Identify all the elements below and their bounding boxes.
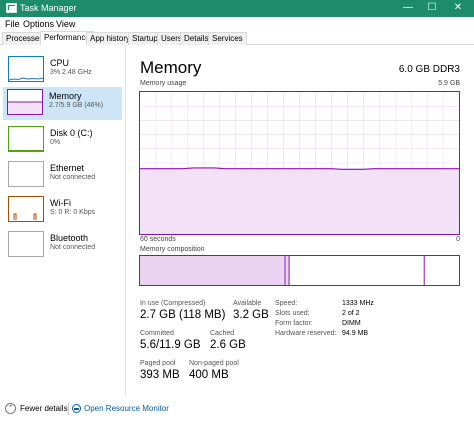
memory-usage-label: Memory usage: [140, 80, 187, 87]
tab-strip: Processes Performance App history Startu…: [0, 31, 474, 45]
available-label: Available: [233, 300, 262, 307]
menu-view[interactable]: View: [56, 19, 75, 29]
task-manager-icon: [6, 3, 17, 13]
cpu-thumbnail-graph: [8, 56, 44, 82]
footer-divider: [68, 403, 69, 415]
ethernet-thumbnail-graph: [8, 161, 44, 187]
in-use-value: 2.7 GB (118 MB): [140, 309, 226, 321]
tab-app-history[interactable]: App history: [86, 32, 135, 45]
bluetooth-thumbnail-graph: [8, 231, 44, 257]
memory-composition-label: Memory composition: [140, 246, 205, 253]
memory-usage-graph: [139, 91, 460, 235]
menu-bar: File Options View: [0, 17, 474, 31]
sidebar-item-wifi[interactable]: Wi-Fi S: 0 R: 0 Kbps: [4, 194, 121, 227]
page-title: Memory: [140, 58, 202, 77]
slots-used-label: Slots used:: [275, 310, 310, 317]
footer-bar: ⌃ Fewer details Open Resource Monitor: [0, 396, 474, 424]
sidebar-label-ethernet: Ethernet: [50, 163, 85, 173]
memory-composition-bar: [139, 255, 460, 286]
sidebar-sub-bluetooth: Not connected: [50, 244, 96, 251]
tab-services[interactable]: Services: [208, 32, 247, 45]
in-use-label: In use (Compressed): [140, 300, 206, 307]
paged-pool-label: Paged pool: [140, 360, 176, 367]
paged-pool-value: 393 MB: [140, 369, 180, 381]
sidebar-sub-ethernet: Not connected: [50, 174, 96, 181]
fewer-details-link[interactable]: Fewer details: [20, 404, 68, 413]
available-value: 3.2 GB: [233, 309, 269, 321]
speed-label: Speed:: [275, 300, 298, 307]
sidebar-sub-memory: 2.7/5.9 GB (46%): [49, 102, 104, 109]
graph-time-label: 60 seconds: [140, 236, 176, 243]
chevron-up-icon[interactable]: ⌃: [5, 403, 16, 414]
wifi-thumbnail-graph: [8, 196, 44, 222]
menu-options[interactable]: Options: [23, 19, 54, 29]
open-resource-monitor-link[interactable]: Open Resource Monitor: [84, 404, 169, 413]
memory-total: 6.0 GB DDR3: [398, 64, 460, 75]
sidebar-sub-wifi: S: 0 R: 0 Kbps: [50, 209, 96, 216]
sidebar-label-bluetooth: Bluetooth: [50, 233, 89, 243]
sidebar-item-disk[interactable]: Disk 0 (C:) 0%: [4, 124, 121, 157]
menu-file[interactable]: File: [5, 19, 20, 29]
memory-usage-max: 5.9 GB: [438, 80, 460, 87]
committed-label: Committed: [140, 330, 174, 337]
sidebar-label-disk: Disk 0 (C:): [50, 128, 93, 138]
committed-value: 5.6/11.9 GB: [140, 339, 201, 351]
resource-sidebar: CPU 3% 2.48 GHz Memory 2.7/5.9 GB (46%) …: [0, 46, 126, 395]
resource-monitor-icon[interactable]: [72, 404, 81, 413]
non-paged-pool-label: Non-paged pool: [189, 360, 239, 367]
slots-used-value: 2 of 2: [342, 310, 360, 317]
title-bar: Task Manager — ☐ ✕: [0, 0, 474, 17]
form-factor-value: DIMM: [342, 320, 361, 327]
close-icon[interactable]: ✕: [444, 0, 472, 17]
sidebar-item-cpu[interactable]: CPU 3% 2.48 GHz: [4, 54, 121, 87]
memory-panel: Memory 6.0 GB DDR3 Memory usage 5.9 GB 6…: [130, 46, 474, 395]
window-title: Task Manager: [20, 3, 77, 13]
sidebar-item-memory[interactable]: Memory 2.7/5.9 GB (46%): [3, 87, 122, 120]
speed-value: 1333 MHz: [342, 300, 374, 307]
cached-value: 2.6 GB: [210, 339, 246, 351]
sidebar-sub-disk: 0%: [50, 139, 61, 146]
disk-thumbnail-graph: [8, 126, 44, 152]
memory-thumbnail-graph: [7, 89, 43, 115]
sidebar-label-memory: Memory: [49, 91, 82, 101]
maximize-icon[interactable]: ☐: [418, 0, 446, 17]
sidebar-item-ethernet[interactable]: Ethernet Not connected: [4, 159, 121, 192]
sidebar-sub-cpu: 3% 2.48 GHz: [50, 69, 92, 76]
sidebar-item-bluetooth[interactable]: Bluetooth Not connected: [4, 229, 121, 262]
form-factor-label: Form factor:: [275, 320, 313, 327]
hardware-reserved-value: 94.9 MB: [342, 330, 369, 337]
sidebar-label-wifi: Wi-Fi: [50, 198, 71, 208]
cached-label: Cached: [210, 330, 235, 337]
hardware-reserved-label: Hardware reserved:: [275, 330, 337, 337]
non-paged-pool-value: 400 MB: [189, 369, 229, 381]
graph-min-label: 0: [456, 236, 460, 243]
sidebar-label-cpu: CPU: [50, 58, 70, 68]
